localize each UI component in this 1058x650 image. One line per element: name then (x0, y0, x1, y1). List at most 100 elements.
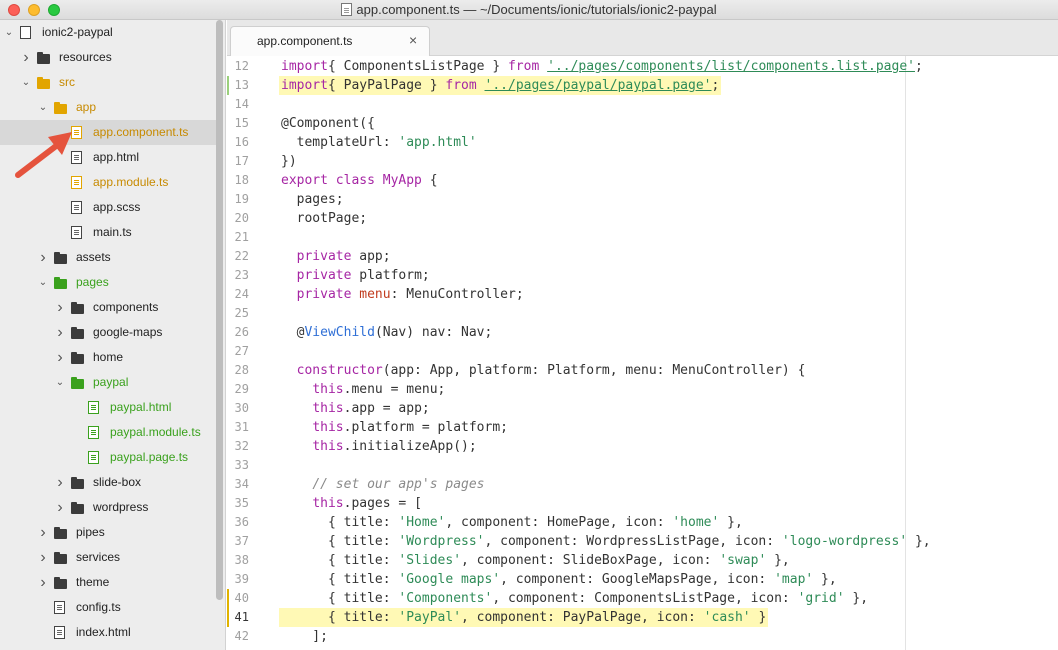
code-line[interactable]: 12 import{ ComponentsListPage } from '../… (227, 57, 1058, 76)
sidebar-item[interactable]: ⌄ ionic2-paypal (0, 20, 216, 45)
line-number: 30 (234, 401, 249, 415)
sidebar-item-label: resources (59, 50, 112, 64)
close-icon[interactable]: × (409, 32, 417, 48)
chevron-right-icon[interactable]: › (38, 570, 48, 595)
code-line[interactable]: 30 this.app = app; (227, 399, 1058, 418)
sidebar-item-label: google-maps (93, 325, 163, 339)
sidebar-item[interactable]: paypal.html (0, 395, 216, 420)
line-number: 38 (234, 553, 249, 567)
code-line[interactable]: 42 ]; (227, 627, 1058, 646)
sidebar-item-label: services (76, 550, 121, 564)
code-line[interactable]: 40 { title: 'Components', component: Com… (227, 589, 1058, 608)
line-number: 22 (234, 249, 249, 263)
code-line[interactable]: 33 (227, 456, 1058, 475)
chevron-down-icon[interactable]: ⌄ (21, 70, 31, 95)
code-line[interactable]: 41 { title: 'PayPal', component: PayPalP… (227, 608, 1058, 627)
code-line[interactable]: 21 (227, 228, 1058, 247)
code-line[interactable]: 24 private menu: MenuController; (227, 285, 1058, 304)
file-icon (71, 176, 82, 189)
chevron-right-icon[interactable]: › (21, 45, 31, 70)
line-number: 32 (234, 439, 249, 453)
code-line[interactable]: 16 templateUrl: 'app.html' (227, 133, 1058, 152)
code-line[interactable]: 31 this.platform = platform; (227, 418, 1058, 437)
code-line[interactable]: 38 { title: 'Slides', component: SlideBo… (227, 551, 1058, 570)
file-icon (88, 401, 99, 414)
sidebar-item-label: paypal.html (110, 400, 172, 414)
code-line[interactable]: 35 this.pages = [ (227, 494, 1058, 513)
code-line[interactable]: 29 this.menu = menu; (227, 380, 1058, 399)
line-number: 33 (234, 458, 249, 472)
code-line[interactable]: 13 import{ PayPalPage } from '../pages/pa… (227, 76, 1058, 95)
code-line[interactable]: 27 (227, 342, 1058, 361)
chevron-down-icon[interactable]: ⌄ (55, 370, 65, 395)
code-editor[interactable]: 12 import{ ComponentsListPage } from '../… (227, 56, 1058, 650)
code-text: this.menu = menu; (312, 382, 446, 397)
sidebar-item[interactable]: › services (0, 545, 216, 570)
chevron-right-icon[interactable]: › (38, 245, 48, 270)
code-text: @Component({ (281, 116, 375, 131)
sidebar-item-label: wordpress (93, 500, 149, 514)
code-line[interactable]: 34 // set our app's pages (227, 475, 1058, 494)
code-text: import{ ComponentsListPage } from '../pa… (281, 59, 923, 74)
sidebar-item[interactable]: app.component.ts (0, 120, 216, 145)
sidebar-item[interactable]: › wordpress (0, 495, 216, 520)
code-line[interactable]: 28 constructor(app: App, platform: Platf… (227, 361, 1058, 380)
code-line[interactable]: 15 @Component({ (227, 114, 1058, 133)
chevron-right-icon[interactable]: › (55, 295, 65, 320)
code-text: import{ PayPalPage } from '../pages/payp… (281, 78, 720, 93)
code-line[interactable]: 18 export class MyApp { (227, 171, 1058, 190)
code-line[interactable]: 36 { title: 'Home', component: HomePage,… (227, 513, 1058, 532)
sidebar-item[interactable]: app.html (0, 145, 216, 170)
chevron-right-icon[interactable]: › (55, 470, 65, 495)
chevron-right-icon[interactable]: › (38, 545, 48, 570)
code-text: { title: 'PayPal', component: PayPalPage… (281, 610, 767, 625)
code-text: }) (281, 154, 297, 169)
sidebar-item-label: app.module.ts (93, 175, 169, 189)
sidebar-item[interactable]: › pipes (0, 520, 216, 545)
sidebar-item[interactable]: ⌄ app (0, 95, 216, 120)
code-line[interactable]: 14 (227, 95, 1058, 114)
code-line[interactable]: 17}) (227, 152, 1058, 171)
sidebar-item[interactable]: ⌄ paypal (0, 370, 216, 395)
chevron-down-icon[interactable]: ⌄ (38, 270, 48, 295)
sidebar-item[interactable]: app.scss (0, 195, 216, 220)
sidebar-item[interactable]: › theme (0, 570, 216, 595)
code-line[interactable]: 37 { title: 'Wordpress', component: Word… (227, 532, 1058, 551)
sidebar-item[interactable]: ⌄ pages (0, 270, 216, 295)
sidebar-item[interactable]: main.ts (0, 220, 216, 245)
code-line[interactable]: 25 (227, 304, 1058, 323)
code-line[interactable]: 20 rootPage; (227, 209, 1058, 228)
sidebar-item[interactable]: › resources (0, 45, 216, 70)
sidebar-item[interactable]: › assets (0, 245, 216, 270)
code-line[interactable]: 32 this.initializeApp(); (227, 437, 1058, 456)
sidebar-item[interactable]: app.module.ts (0, 170, 216, 195)
code-text: { title: 'Home', component: HomePage, ic… (281, 515, 743, 530)
line-number: 24 (234, 287, 249, 301)
sidebar-item-label: home (93, 350, 124, 364)
chevron-right-icon[interactable]: › (38, 520, 48, 545)
sidebar-item[interactable]: › google-maps (0, 320, 216, 345)
code-line[interactable]: 23 private platform; (227, 266, 1058, 285)
sidebar-item[interactable]: paypal.page.ts (0, 445, 216, 470)
chevron-right-icon[interactable]: › (55, 345, 65, 370)
tab-app-component[interactable]: app.component.ts × (230, 26, 430, 56)
title-bar: app.component.ts — ~/Documents/ionic/tut… (0, 0, 1058, 20)
sidebar-item[interactable]: index.html (0, 620, 216, 645)
chevron-down-icon[interactable]: ⌄ (4, 20, 14, 45)
code-line[interactable]: 22 private app; (227, 247, 1058, 266)
sidebar-item[interactable]: › components (0, 295, 216, 320)
sidebar-item[interactable]: paypal.module.ts (0, 420, 216, 445)
sidebar-item-label: main.ts (93, 225, 132, 239)
line-number: 42 (234, 629, 249, 643)
sidebar-item[interactable]: › slide-box (0, 470, 216, 495)
sidebar-item[interactable]: ⌄ src (0, 70, 216, 95)
chevron-right-icon[interactable]: › (55, 495, 65, 520)
sidebar-item[interactable]: › home (0, 345, 216, 370)
code-line[interactable]: 19 pages; (227, 190, 1058, 209)
sidebar-scrollbar[interactable] (216, 20, 223, 600)
chevron-down-icon[interactable]: ⌄ (38, 95, 48, 120)
chevron-right-icon[interactable]: › (55, 320, 65, 345)
sidebar-item[interactable]: config.ts (0, 595, 216, 620)
code-line[interactable]: 39 { title: 'Google maps', component: Go… (227, 570, 1058, 589)
code-line[interactable]: 26 @ViewChild(Nav) nav: Nav; (227, 323, 1058, 342)
